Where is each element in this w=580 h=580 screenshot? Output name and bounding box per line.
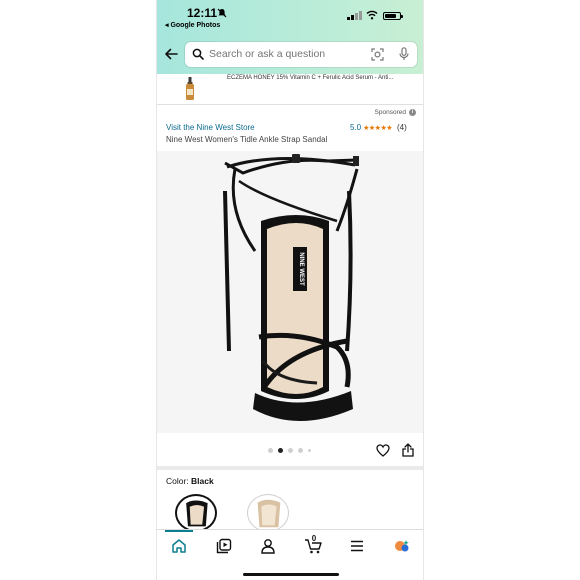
rating-summary[interactable]: 5.0 ★★★★★ (4) (350, 123, 407, 132)
menu-icon[interactable] (349, 538, 365, 554)
sandal-product-image: NINE WEST (223, 154, 359, 421)
wifi-icon (366, 10, 378, 20)
back-to-app-link[interactable]: ◂ Google Photos (165, 21, 220, 29)
search-icon (192, 48, 204, 60)
active-tab-indicator (165, 530, 193, 532)
share-icon[interactable] (402, 443, 414, 457)
sponsored-text: Sponsored (374, 109, 406, 116)
phone-screen: 12:11 ◂ Google Photos Search or ask a qu… (156, 0, 424, 580)
color-label: Color: (166, 476, 192, 486)
carousel-dot[interactable] (308, 449, 311, 452)
section-divider (157, 466, 423, 470)
battery-icon (383, 12, 403, 20)
sponsored-ad-strip[interactable]: ECZEMA HONEY 15% Vitamin C + Ferulic Aci… (157, 74, 423, 105)
battery-level (385, 14, 396, 18)
camera-icon[interactable] (371, 48, 384, 61)
carousel-dot[interactable] (298, 448, 303, 453)
carousel-dot[interactable] (288, 448, 293, 453)
nude-sandal-thumbnail (257, 499, 281, 528)
info-icon[interactable]: i (409, 109, 416, 116)
signal-icon (347, 11, 362, 20)
bottom-tab-bar: 0 (157, 529, 423, 580)
home-icon[interactable] (171, 538, 187, 554)
library-icon[interactable] (216, 538, 232, 554)
serum-bottle-image (186, 77, 194, 100)
product-title: Nine West Women's Tidle Ankle Strap Sand… (166, 135, 328, 144)
status-time: 12:11 (187, 6, 218, 20)
product-image-carousel[interactable]: NINE WEST (157, 151, 423, 433)
heart-icon[interactable] (376, 444, 390, 457)
search-bar[interactable] (185, 42, 417, 67)
carousel-dots[interactable] (268, 448, 311, 453)
color-swatch-nude[interactable] (247, 494, 289, 532)
back-arrow-icon[interactable] (164, 47, 178, 61)
rating-stars: ★★★★★ (363, 124, 393, 132)
mic-icon[interactable] (399, 47, 409, 61)
ad-product-title: ECZEMA HONEY 15% Vitamin C + Ferulic Aci… (227, 75, 394, 81)
cart-icon[interactable] (304, 538, 322, 554)
home-indicator (243, 573, 339, 576)
carousel-dot[interactable] (268, 448, 273, 453)
header: 12:11 ◂ Google Photos (157, 0, 423, 74)
color-swatch-black[interactable] (175, 494, 217, 532)
bell-muted-icon (217, 8, 227, 18)
color-selection-label: Color: Black (166, 476, 214, 486)
account-icon[interactable] (260, 538, 276, 554)
sponsored-label: Sponsored i (375, 109, 416, 116)
selected-color: Black (191, 476, 214, 486)
carousel-dot[interactable] (278, 448, 283, 453)
ai-assistant-icon[interactable] (394, 538, 410, 554)
insole-brand: NINE WEST (298, 252, 304, 286)
rating-count: (4) (397, 123, 407, 132)
black-sandal-thumbnail (186, 500, 208, 527)
store-link[interactable]: Visit the Nine West Store (166, 123, 255, 132)
rating-value: 5.0 (350, 123, 362, 132)
search-input[interactable] (209, 42, 359, 67)
